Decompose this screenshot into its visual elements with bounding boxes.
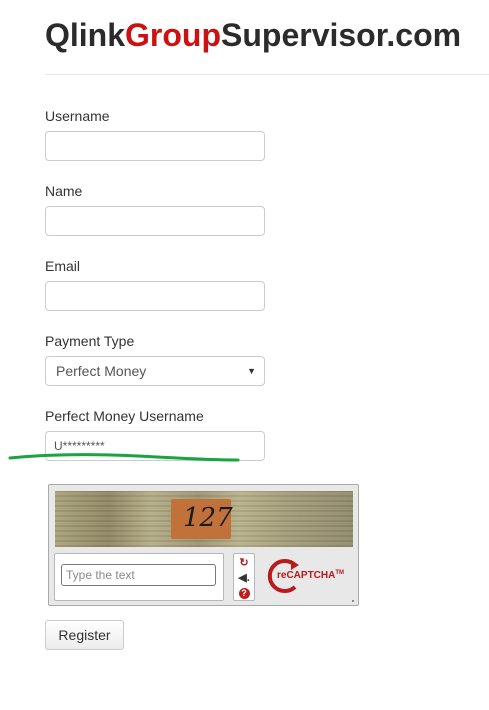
email-input[interactable] bbox=[45, 281, 265, 311]
captcha-controls: ↻ ◀. ? bbox=[233, 553, 255, 601]
payment-type-label: Payment Type bbox=[45, 333, 135, 349]
recaptcha-brand-tm: TM bbox=[335, 570, 345, 576]
reload-icon[interactable]: ↻ bbox=[234, 556, 254, 570]
green-underline-annotation bbox=[8, 453, 240, 462]
username-input[interactable] bbox=[45, 131, 265, 161]
captcha-corner-mark bbox=[352, 600, 354, 602]
help-icon[interactable]: ? bbox=[234, 586, 254, 600]
header-divider bbox=[45, 74, 489, 75]
pm-username-label: Perfect Money Username bbox=[45, 408, 204, 424]
register-button[interactable]: Register bbox=[45, 620, 124, 650]
username-label: Username bbox=[45, 108, 110, 124]
audio-icon[interactable]: ◀. bbox=[234, 571, 254, 585]
name-input[interactable] bbox=[45, 206, 265, 236]
recaptcha-widget: 127 ↻ ◀. ? reCAPTCHATM bbox=[48, 484, 359, 606]
recaptcha-brand-name: CAPTCHA bbox=[286, 570, 336, 581]
logo-text-supervisor: Supervisor.com bbox=[221, 17, 462, 53]
email-label: Email bbox=[45, 258, 81, 274]
captcha-input-container bbox=[54, 553, 224, 601]
logo-text-group: Group bbox=[125, 17, 221, 53]
captcha-challenge-text: 127 bbox=[183, 503, 233, 533]
name-label: Name bbox=[45, 183, 83, 199]
captcha-response-input[interactable] bbox=[61, 564, 216, 586]
recaptcha-brand: reCAPTCHATM bbox=[277, 570, 344, 581]
payment-type-selected: Perfect Money bbox=[56, 363, 147, 379]
dropdown-arrow-icon: ▼ bbox=[247, 366, 256, 376]
site-logo: QlinkGroupSupervisor.com bbox=[45, 17, 461, 54]
captcha-image: 127 bbox=[55, 491, 353, 547]
payment-type-select[interactable]: Perfect Money ▼ bbox=[45, 356, 265, 386]
logo-text-qlink: Qlink bbox=[45, 17, 126, 53]
